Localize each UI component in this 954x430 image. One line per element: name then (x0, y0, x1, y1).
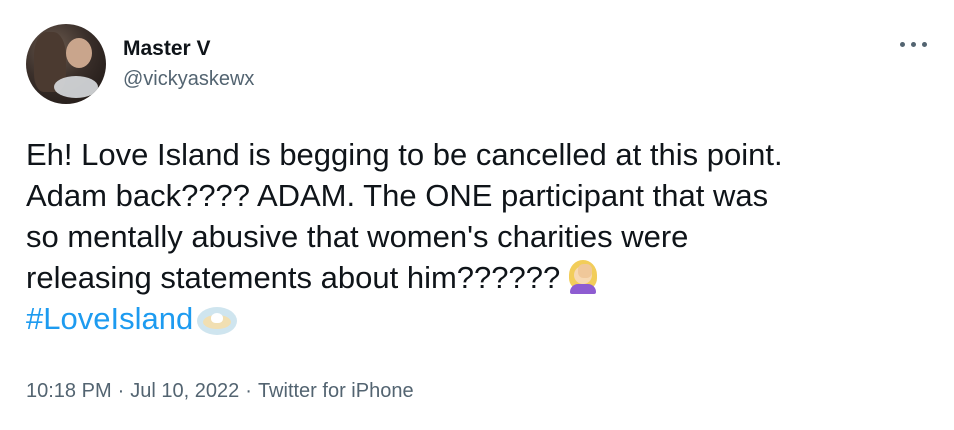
avatar-glass (54, 76, 98, 98)
avatar[interactable] (26, 24, 106, 104)
hashtag-line: #LoveIsland (26, 298, 936, 339)
author-display-name[interactable]: Master V (123, 37, 211, 61)
hashtag-link[interactable]: #LoveIsland (26, 301, 193, 336)
woman-facepalming-icon (566, 260, 600, 294)
tweet-line-last: releasing statements about him?????? (26, 257, 936, 298)
tweet-metadata: 10:18 PM · Jul 10, 2022 · Twitter for iPhone (26, 380, 414, 403)
tweet-line: Eh! Love Island is begging to be cancell… (26, 137, 783, 172)
tweet-card: Master V @vickyaskewx Eh! Love Island is… (0, 0, 954, 430)
author-handle[interactable]: @vickyaskewx (123, 68, 254, 91)
tweet-line: so mentally abusive that women's chariti… (26, 219, 689, 254)
separator: · (117, 380, 125, 402)
tweet-time[interactable]: 10:18 PM (26, 380, 112, 402)
tweet-text: Eh! Love Island is begging to be cancell… (26, 134, 936, 339)
separator: · (245, 380, 252, 402)
tweet-source[interactable]: Twitter for iPhone (258, 380, 414, 402)
tweet-line: Adam back???? ADAM. The ONE participant … (26, 178, 769, 213)
tweet-date[interactable]: Jul 10, 2022 (130, 380, 239, 402)
tweet-line-text: releasing statements about him?????? (26, 260, 561, 295)
avatar-face (66, 38, 92, 68)
more-options-icon[interactable] (900, 38, 928, 50)
love-island-hashtag-icon (197, 301, 238, 335)
